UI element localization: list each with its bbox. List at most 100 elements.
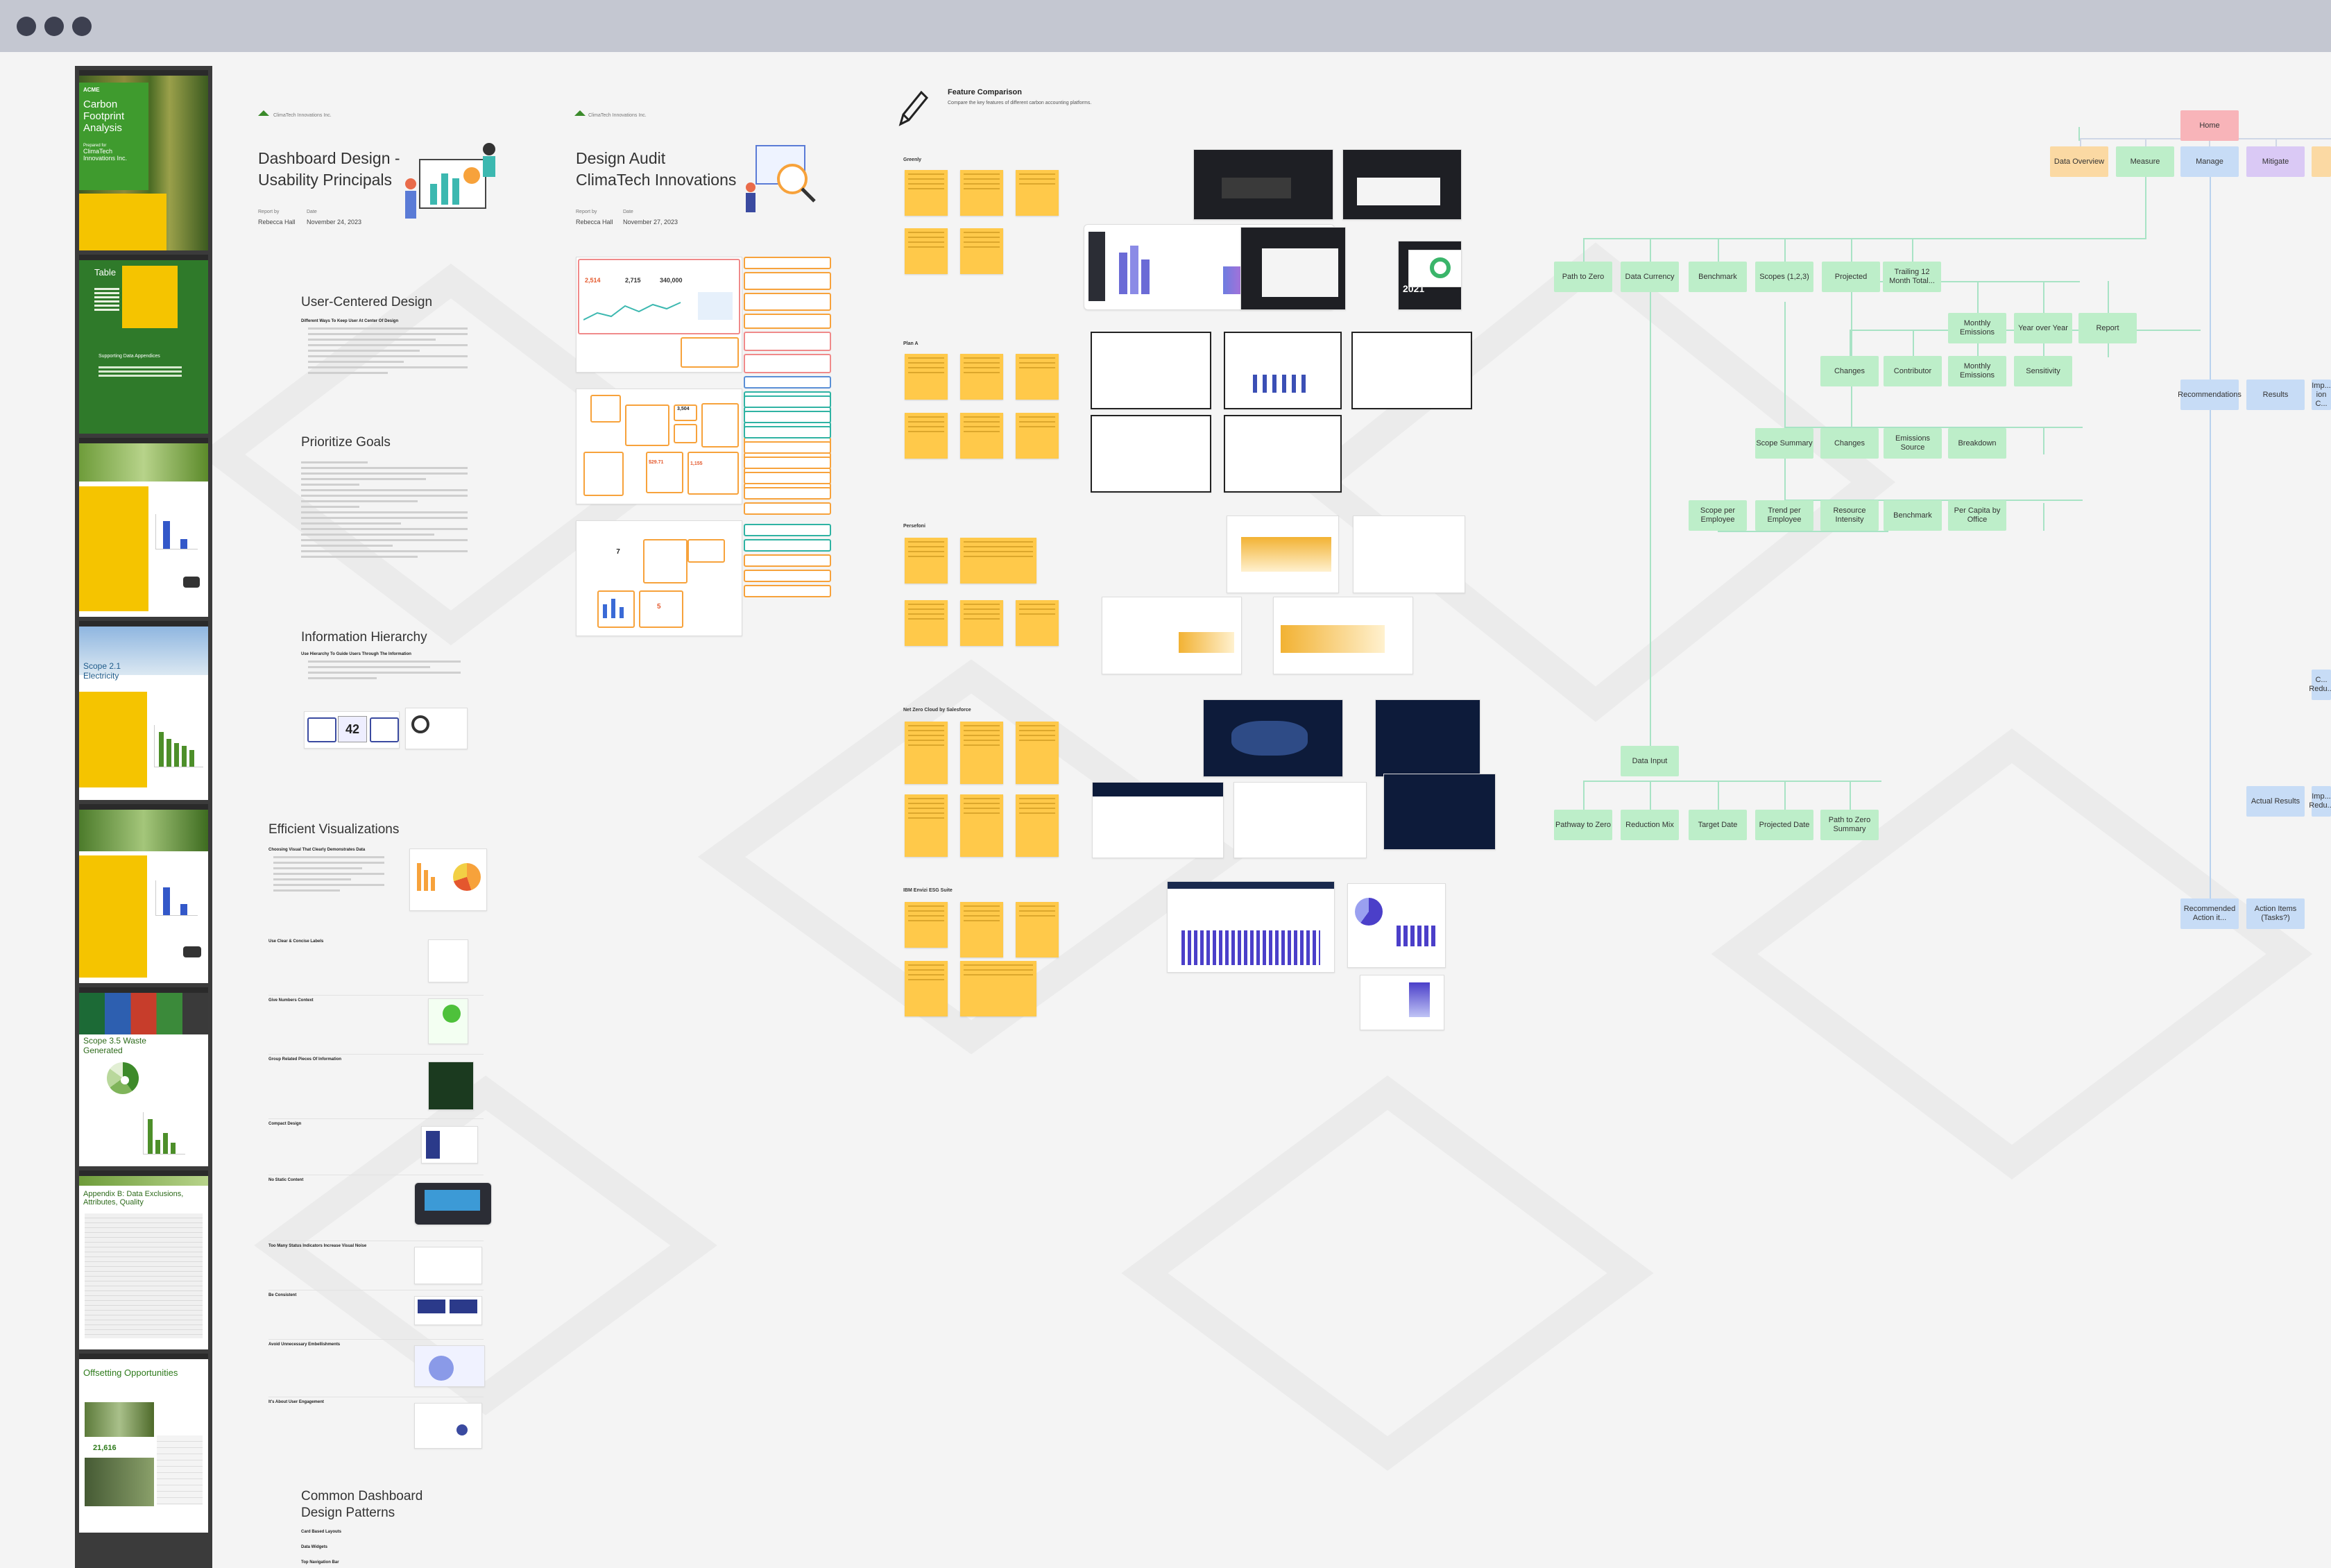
node-path-to-zero-summary[interactable]: Path to Zero Summary	[1820, 810, 1879, 840]
netzero-screenshot-2[interactable]	[1375, 699, 1480, 777]
sticky-note[interactable]	[905, 961, 948, 1016]
sticky-note[interactable]	[905, 600, 948, 646]
node-changes-2[interactable]: Changes	[1820, 428, 1879, 459]
node-sensitivity[interactable]: Sensitivity	[2014, 356, 2072, 386]
plan-a-screenshot-4[interactable]	[1091, 415, 1211, 493]
greenly-donut-card[interactable]	[1408, 250, 1462, 287]
node-measure[interactable]: Measure	[2116, 146, 2174, 177]
audit-screenshot-2[interactable]: 3,504 $29.71 1,155	[576, 389, 742, 504]
hierarchy-example-chart[interactable]	[405, 708, 468, 749]
slide-scope-chart[interactable]	[79, 438, 208, 617]
ibm-screenshot-2[interactable]	[1347, 883, 1446, 968]
persefoni-screenshot-2[interactable]	[1353, 515, 1465, 593]
feature-comparison-board[interactable]: Feature Comparison Compare the key featu…	[895, 80, 1505, 1107]
sticky-note[interactable]	[960, 722, 1003, 784]
plan-a-screenshot-2[interactable]	[1224, 332, 1342, 409]
node-contributor[interactable]: Contributor	[1884, 356, 1942, 386]
sticky-note[interactable]	[1016, 600, 1059, 646]
ibm-screenshot-3[interactable]	[1360, 975, 1444, 1030]
node-report[interactable]: Report	[2078, 313, 2137, 343]
sticky-note[interactable]	[1016, 794, 1059, 857]
audit-screenshot-1[interactable]: 2,514 2,715 340,000	[576, 257, 742, 373]
persefoni-screenshot-1[interactable]	[1227, 515, 1339, 593]
node-projected[interactable]: Projected	[1822, 262, 1880, 292]
node-path-to-zero[interactable]: Path to Zero	[1554, 262, 1612, 292]
slide-scope-electricity[interactable]: Scope 2.1 Electricity	[79, 621, 208, 800]
node-recommendations[interactable]: Recommendations	[2178, 380, 2242, 410]
sticky-note[interactable]	[960, 538, 1036, 583]
netzero-screenshot-1[interactable]	[1203, 699, 1343, 777]
sticky-note[interactable]	[960, 413, 1003, 459]
node-monthly-emissions-2[interactable]: Monthly Emissions	[1948, 356, 2006, 386]
node-trend-per-employee[interactable]: Trend per Employee	[1755, 500, 1813, 531]
node-resource-intensity[interactable]: Resource Intensity	[1820, 500, 1879, 531]
window-maximize-dot[interactable]	[72, 17, 92, 36]
sitemap-flowchart[interactable]: Home Data Overview Measure Manage Mitiga…	[1547, 80, 2331, 982]
node-breakdown[interactable]: Breakdown	[1948, 428, 2006, 459]
node-scopes[interactable]: Scopes (1,2,3)	[1755, 262, 1813, 292]
node-data-currency[interactable]: Data Currency	[1621, 262, 1679, 292]
usability-doc[interactable]: ClimaTech Innovations Inc. Dashboard Des…	[244, 80, 508, 1568]
node-recommended-action[interactable]: Recommended Action it...	[2180, 898, 2239, 929]
sticky-note[interactable]	[905, 538, 948, 583]
sticky-note[interactable]	[960, 961, 1036, 1016]
node-reduction-mix[interactable]: Reduction Mix	[1621, 810, 1679, 840]
node-emissions-source[interactable]: Emissions Source	[1884, 428, 1942, 459]
greenly-screenshot-2[interactable]	[1342, 149, 1462, 220]
sticky-note[interactable]	[960, 600, 1003, 646]
node-year-over-year[interactable]: Year over Year	[2014, 313, 2072, 343]
plan-a-screenshot-1[interactable]	[1091, 332, 1211, 409]
sticky-note[interactable]	[1016, 354, 1059, 400]
sticky-note[interactable]	[905, 228, 948, 274]
window-close-dot[interactable]	[17, 17, 36, 36]
visualization-example-chart[interactable]	[409, 849, 487, 911]
node-per-capita-office[interactable]: Per Capita by Office	[1948, 500, 2006, 531]
sticky-note[interactable]	[1016, 722, 1059, 784]
plan-a-screenshot-5[interactable]	[1224, 415, 1342, 493]
sticky-note[interactable]	[960, 794, 1003, 857]
sticky-note[interactable]	[960, 170, 1003, 216]
persefoni-screenshot-3[interactable]	[1102, 597, 1242, 674]
node-action-items[interactable]: Action Items (Tasks?)	[2246, 898, 2305, 929]
node-benchmark-2[interactable]: Benchmark	[1884, 500, 1942, 531]
plan-a-screenshot-3[interactable]	[1351, 332, 1472, 409]
persefoni-screenshot-4[interactable]	[1273, 597, 1413, 674]
netzero-screenshot-3[interactable]	[1092, 782, 1224, 858]
slide-trees-chart[interactable]	[79, 804, 208, 983]
node-impl-redu-cut[interactable]: Imp... Redu...	[2309, 786, 2331, 817]
sticky-note[interactable]	[1016, 902, 1059, 957]
sticky-note[interactable]	[905, 722, 948, 784]
sticky-note[interactable]	[905, 413, 948, 459]
sticky-note[interactable]	[960, 902, 1003, 957]
whiteboard-canvas[interactable]: ACME Carbon Footprint Analysis Prepared …	[0, 52, 2331, 1568]
sticky-note[interactable]	[960, 228, 1003, 274]
window-minimize-dot[interactable]	[44, 17, 64, 36]
design-audit-doc[interactable]: ClimaTech Innovations Inc. Design Audit …	[562, 80, 839, 690]
node-impl-cut[interactable]: Imp... ion C...	[2312, 380, 2331, 410]
node-changes[interactable]: Changes	[1820, 356, 1879, 386]
node-trailing-12[interactable]: Trailing 12 Month Total...	[1883, 262, 1941, 292]
node-target-date[interactable]: Target Date	[1689, 810, 1747, 840]
node-pathway-to-zero[interactable]: Pathway to Zero	[1554, 810, 1612, 840]
node-data-input[interactable]: Data Input	[1621, 746, 1679, 776]
audit-screenshot-3[interactable]: 7 5	[576, 520, 742, 636]
sticky-note[interactable]	[1016, 413, 1059, 459]
node-benchmark[interactable]: Benchmark	[1689, 262, 1747, 292]
node-results[interactable]: Results	[2246, 380, 2305, 410]
netzero-screenshot-4[interactable]	[1233, 782, 1367, 858]
slide-offsetting[interactable]: Offsetting Opportunities 21,616	[79, 1354, 208, 1533]
greenly-screenshot-1[interactable]	[1193, 149, 1333, 220]
ibm-screenshot-1[interactable]	[1167, 881, 1335, 973]
sticky-note[interactable]	[905, 794, 948, 857]
node-projected-date[interactable]: Projected Date	[1755, 810, 1813, 840]
greenly-screenshot-4[interactable]	[1240, 227, 1346, 310]
slide-cover[interactable]: ACME Carbon Footprint Analysis Prepared …	[79, 70, 208, 250]
netzero-screenshot-5[interactable]	[1383, 774, 1496, 850]
node-manage[interactable]: Manage	[2180, 146, 2239, 177]
node-monthly-emissions[interactable]: Monthly Emissions	[1948, 313, 2006, 343]
slide-waste-generated[interactable]: Scope 3.5 Waste Generated	[79, 987, 208, 1166]
node-cut-off[interactable]	[2312, 146, 2331, 177]
node-home[interactable]: Home	[2180, 110, 2239, 141]
node-scope-summary[interactable]: Scope Summary	[1755, 428, 1813, 459]
slide-appendix-b[interactable]: Appendix B: Data Exclusions, Attributes,…	[79, 1170, 208, 1349]
